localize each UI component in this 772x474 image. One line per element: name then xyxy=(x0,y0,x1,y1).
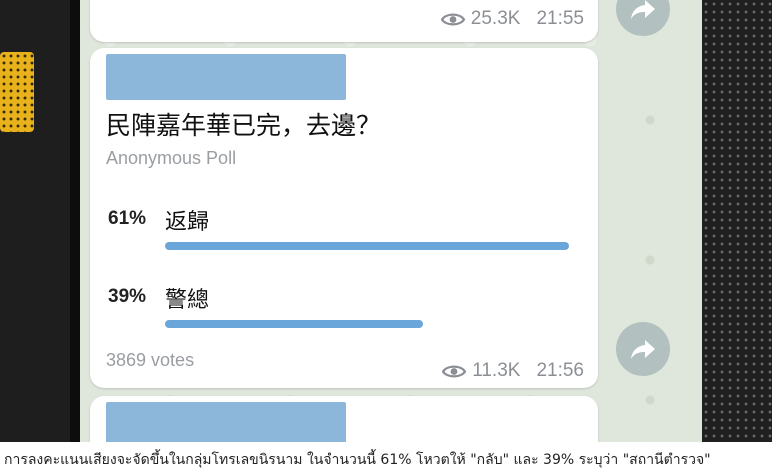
image-caption: การลงคะแนนเสียงจะจัดขึ้นในกลุ่มโทรเลขนิร… xyxy=(4,452,711,468)
share-button[interactable] xyxy=(616,322,670,376)
view-count: 11.3K xyxy=(472,360,521,381)
poll-option-bar-track xyxy=(165,320,569,328)
poll-option-label: 返歸 xyxy=(165,210,210,235)
phone-bezel-right xyxy=(702,0,772,442)
message-meta: 11.3K 21:56 xyxy=(442,360,584,382)
eye-icon xyxy=(442,365,467,377)
sender-name-redacted xyxy=(106,402,346,442)
poll-message: 民陣嘉年華已完，去邊？ Anonymous Poll 61% 返歸 39% 警總… xyxy=(90,48,598,388)
poll-type-label: Anonymous Poll xyxy=(106,148,237,168)
view-count: 25.3K xyxy=(470,8,521,29)
sender-name-redacted xyxy=(106,54,346,100)
poll-question: 民陣嘉年華已完，去邊？ xyxy=(106,111,382,140)
message-meta: 25.3K 21:55 xyxy=(440,8,584,30)
eye-icon xyxy=(440,13,465,25)
message-time: 21:56 xyxy=(536,360,584,381)
poll-option-percent: 61% xyxy=(108,208,147,229)
previous-message: 25.3K 21:55 xyxy=(90,0,598,42)
background-object xyxy=(0,52,34,132)
next-message xyxy=(90,396,598,442)
message-time: 21:55 xyxy=(536,8,584,29)
share-icon xyxy=(631,340,655,359)
poll-option-percent: 39% xyxy=(108,286,147,307)
share-icon xyxy=(631,0,655,19)
phone-frame-left xyxy=(70,0,80,442)
poll-option-bar xyxy=(165,320,424,328)
poll-option-bar xyxy=(165,242,569,250)
poll-option-bar-track xyxy=(165,242,569,250)
poll-option-label: 警總 xyxy=(165,288,210,313)
photo: 25.3K 21:55 民陣嘉年華已完，去邊？ Anonymous Poll 6… xyxy=(0,0,772,442)
vote-count: 3869 votes xyxy=(106,350,195,370)
